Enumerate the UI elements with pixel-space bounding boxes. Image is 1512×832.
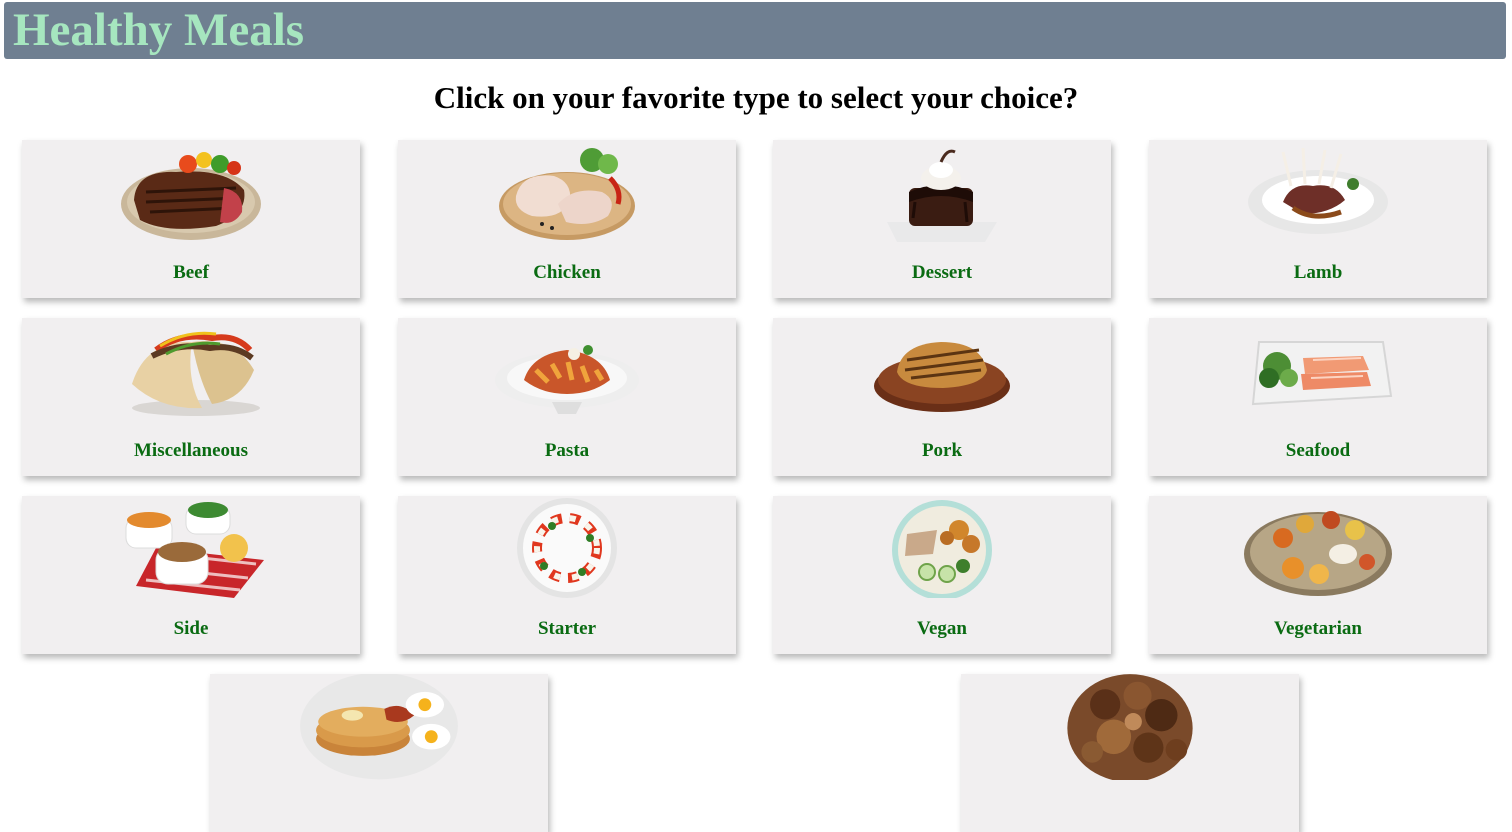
category-card-chicken[interactable]: Chicken — [398, 140, 736, 298]
thali-platter-image — [1244, 511, 1392, 596]
category-card-seafood[interactable]: Seafood — [1149, 318, 1487, 476]
chocolate-cake-image — [887, 149, 997, 242]
category-label: Vegetarian — [1274, 618, 1362, 639]
category-card-miscellaneous[interactable]: Miscellaneous — [22, 318, 360, 476]
side-dishes-image — [125, 502, 264, 598]
category-card-side[interactable]: Side — [22, 496, 360, 654]
category-card-pasta[interactable]: Pasta — [398, 318, 736, 476]
category-card-pork[interactable]: Pork — [773, 318, 1111, 476]
category-label: Chicken — [533, 262, 601, 283]
category-label: Vegan — [917, 618, 967, 639]
category-card-vegetarian[interactable]: Vegetarian — [1149, 496, 1487, 654]
app-title: Healthy Meals — [13, 4, 305, 56]
salmon-tray-image — [1251, 341, 1393, 406]
tacos-image — [132, 331, 260, 416]
category-card-lamb[interactable]: Lamb — [1149, 140, 1487, 298]
category-label: Pasta — [544, 440, 590, 461]
pork-chop-board-image — [874, 342, 1010, 412]
pancakes-eggs-image — [300, 674, 458, 780]
penne-bowl-image — [495, 345, 639, 414]
category-card-vegan[interactable]: Vegan — [773, 496, 1111, 654]
category-label: Starter — [537, 618, 597, 639]
grilled-meat-image — [1067, 674, 1193, 780]
caprese-plate-image — [517, 498, 617, 598]
app-header: Healthy Meals — [4, 2, 1506, 59]
raw-chicken-board-image — [499, 148, 635, 240]
category-card-goat[interactable] — [961, 674, 1299, 832]
category-card-breakfast[interactable] — [210, 674, 548, 832]
category-label: Lamb — [1293, 262, 1343, 283]
category-label: Beef — [173, 262, 209, 283]
category-card-beef[interactable]: Beef — [22, 140, 360, 298]
lamb-rack-plate-image — [1248, 147, 1388, 234]
page-subtitle: Click on your favorite type to select yo… — [433, 80, 1079, 115]
category-label: Pork — [921, 440, 963, 461]
category-label: Miscellaneous — [134, 440, 248, 461]
steak-plate-image — [121, 152, 261, 240]
category-label: Side — [173, 618, 209, 639]
category-label: Seafood — [1285, 440, 1351, 461]
vegan-bowl-image — [892, 500, 992, 598]
category-card-starter[interactable]: Starter — [398, 496, 736, 654]
category-label: Dessert — [911, 262, 973, 283]
category-card-dessert[interactable]: Dessert — [773, 140, 1111, 298]
